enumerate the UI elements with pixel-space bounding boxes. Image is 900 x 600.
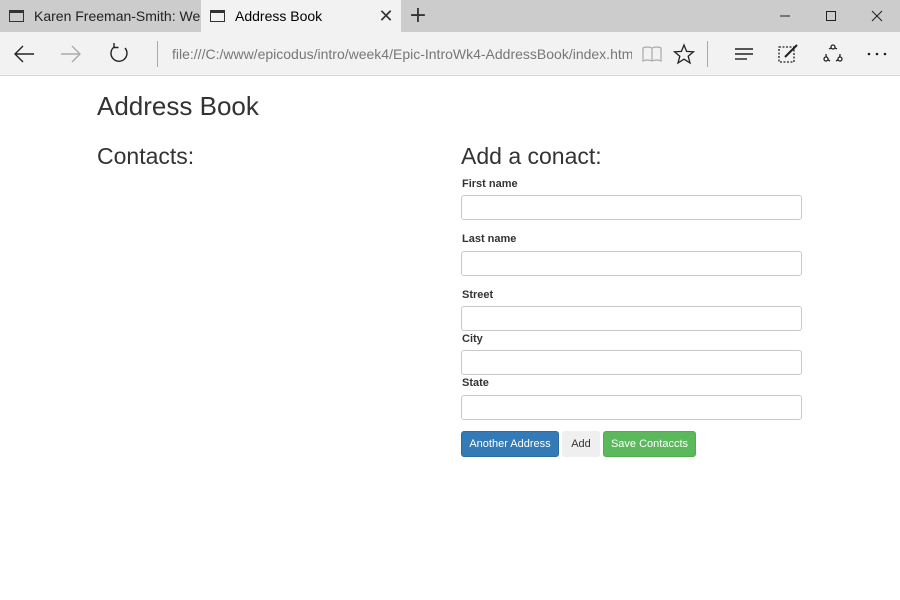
address-bar[interactable]: file:///C:/www/epicodus/intro/week4/Epic… bbox=[172, 44, 632, 64]
favorite-star-icon[interactable] bbox=[668, 38, 700, 70]
reading-view-icon[interactable] bbox=[636, 38, 668, 70]
add-contact-heading: Add a conact: bbox=[461, 143, 602, 169]
refresh-icon[interactable] bbox=[103, 38, 135, 70]
navigation-bar: file:///C:/www/epicodus/intro/week4/Epic… bbox=[0, 32, 900, 76]
state-label: State bbox=[462, 377, 489, 389]
separator bbox=[707, 41, 708, 67]
last-name-label: Last name bbox=[462, 233, 517, 245]
add-button[interactable]: Add bbox=[562, 431, 600, 457]
first-name-label: First name bbox=[462, 178, 518, 190]
tab-karen-freeman-smith[interactable]: Karen Freeman-Smith: Web bbox=[0, 0, 201, 32]
back-icon[interactable] bbox=[8, 38, 40, 70]
tab-strip: Karen Freeman-Smith: Web Address Book ✕ … bbox=[0, 0, 900, 32]
close-window-icon[interactable] bbox=[854, 0, 900, 32]
minimize-icon[interactable] bbox=[762, 0, 808, 32]
separator bbox=[157, 41, 158, 67]
forward-icon[interactable] bbox=[55, 38, 87, 70]
last-name-input[interactable] bbox=[461, 251, 802, 276]
street-label: Street bbox=[462, 289, 494, 301]
state-input[interactable] bbox=[461, 395, 802, 420]
page-icon bbox=[210, 10, 225, 22]
city-label: City bbox=[462, 333, 483, 345]
maximize-icon[interactable] bbox=[808, 0, 854, 32]
street-input[interactable] bbox=[461, 306, 802, 331]
more-icon[interactable] bbox=[861, 38, 893, 70]
save-contacts-button[interactable]: Save Contaccts bbox=[603, 431, 696, 457]
share-icon[interactable] bbox=[817, 38, 849, 70]
tab-address-book[interactable]: Address Book ✕ bbox=[201, 0, 401, 32]
city-input[interactable] bbox=[461, 350, 802, 375]
page-title: Address Book bbox=[97, 91, 259, 121]
new-tab-button[interactable]: + bbox=[404, 2, 432, 30]
another-address-button[interactable]: Another Address bbox=[461, 431, 559, 457]
tab-title: Address Book bbox=[235, 8, 323, 24]
contacts-heading: Contacts: bbox=[97, 143, 195, 169]
web-note-icon[interactable] bbox=[772, 38, 804, 70]
page-icon bbox=[9, 10, 24, 22]
close-tab-icon[interactable]: ✕ bbox=[371, 6, 401, 27]
hub-icon[interactable] bbox=[728, 38, 760, 70]
first-name-input[interactable] bbox=[461, 195, 802, 220]
tab-title: Karen Freeman-Smith: Web bbox=[34, 8, 201, 24]
